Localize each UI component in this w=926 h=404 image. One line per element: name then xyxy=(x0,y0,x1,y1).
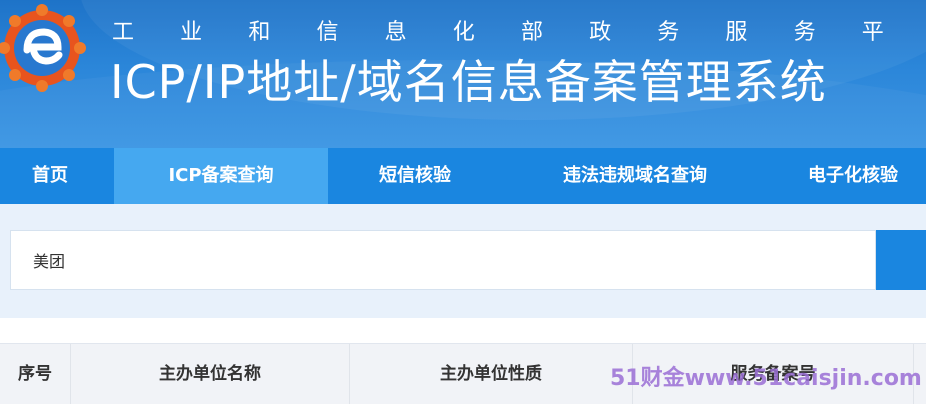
page-header: 工 业 和 信 息 化 部 政 务 服 务 平 台 ICP/IP地址/域名信息备… xyxy=(0,0,926,148)
subtitle-char: 信 xyxy=(316,20,339,45)
search-input[interactable] xyxy=(10,230,876,290)
column-header-organizer-name: 主办单位名称 xyxy=(159,364,261,384)
subtitle-char: 务 xyxy=(657,20,680,45)
subtitle-char: 平 xyxy=(861,20,884,45)
watermark: 51财金www.51caisjin.com xyxy=(610,366,922,391)
column-header-organizer-type: 主办单位性质 xyxy=(440,364,542,384)
subtitle-char: 政 xyxy=(589,20,612,45)
subtitle-char: 和 xyxy=(248,20,271,45)
header-subtitle: 工 业 和 信 息 化 部 政 务 服 务 平 台 xyxy=(112,14,926,46)
subtitle-char: 化 xyxy=(452,20,475,45)
subtitle-char: 服 xyxy=(725,20,748,45)
nav-item-e-verification[interactable]: 电子化核验 xyxy=(790,148,926,204)
main-nav: 首页 ICP备案查询 短信核验 违法违规域名查询 电子化核验 xyxy=(0,148,926,204)
nav-item-sms-verify[interactable]: 短信核验 xyxy=(345,148,485,204)
miit-logo-icon xyxy=(0,4,86,92)
page-title: ICP/IP地址/域名信息备案管理系统 xyxy=(110,55,827,109)
nav-item-icp-query[interactable]: ICP备案查询 xyxy=(114,148,328,204)
column-header-index: 序号 xyxy=(18,364,52,384)
subtitle-char: 息 xyxy=(384,20,407,45)
nav-item-home[interactable]: 首页 xyxy=(0,148,100,204)
subtitle-char: 业 xyxy=(180,20,203,45)
nav-item-illegal-domain-query[interactable]: 违法违规域名查询 xyxy=(515,148,755,204)
subtitle-char: 务 xyxy=(793,20,816,45)
search-button[interactable] xyxy=(876,230,926,290)
subtitle-char: 工 xyxy=(112,20,135,45)
subtitle-char: 部 xyxy=(520,20,543,45)
